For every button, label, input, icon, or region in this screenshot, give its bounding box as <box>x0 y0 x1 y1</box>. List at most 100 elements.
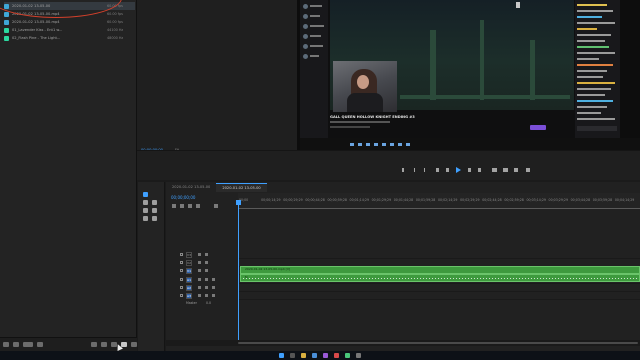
lock-icon[interactable] <box>180 253 183 256</box>
step-forward-icon[interactable] <box>468 168 471 172</box>
go-to-in-icon[interactable] <box>436 168 439 172</box>
timeline-timecode[interactable]: 00;00;00;00 <box>171 195 195 200</box>
track-lane[interactable] <box>238 284 640 292</box>
automate-icon[interactable] <box>91 342 97 347</box>
step-back-icon[interactable] <box>446 168 449 172</box>
play-icon[interactable] <box>374 143 378 146</box>
master-value[interactable]: 0.0 <box>206 301 211 305</box>
go-to-out-icon[interactable] <box>478 168 481 172</box>
timeline-tab-active[interactable]: 2020-01-02 13-05-00 <box>216 183 267 192</box>
overwrite-icon[interactable] <box>503 168 508 172</box>
eye-icon[interactable] <box>205 269 208 272</box>
track-target[interactable]: V2 <box>186 260 192 266</box>
snap-icon[interactable] <box>180 204 184 208</box>
solo-icon[interactable] <box>205 286 208 289</box>
solo-icon[interactable] <box>205 294 208 297</box>
export-frame-icon[interactable] <box>514 168 518 172</box>
lock-icon[interactable] <box>180 286 183 289</box>
zoom-slider[interactable] <box>23 342 33 347</box>
step-forward-icon[interactable] <box>382 143 386 146</box>
list-view-icon[interactable] <box>3 342 9 347</box>
play-button[interactable] <box>456 167 461 173</box>
export-frame-icon[interactable] <box>406 143 410 146</box>
track-select-tool-icon[interactable] <box>143 200 148 205</box>
wrench-icon[interactable] <box>214 204 218 208</box>
trash-icon[interactable] <box>131 342 137 347</box>
app-icon[interactable] <box>334 353 339 358</box>
app-icon[interactable] <box>356 353 361 358</box>
linked-selection-icon[interactable] <box>188 204 192 208</box>
mic-icon[interactable] <box>212 294 215 297</box>
search-icon[interactable] <box>290 353 295 358</box>
hand-tool-icon[interactable] <box>152 216 157 221</box>
extract-icon[interactable] <box>398 143 402 146</box>
mark-in-icon[interactable] <box>414 168 415 172</box>
app-icon[interactable] <box>345 353 350 358</box>
channel-avatar <box>303 24 308 29</box>
track-lane[interactable] <box>238 292 640 300</box>
project-item[interactable]: 02_Flash Pine - The Light... 48000 Hz <box>4 34 135 42</box>
project-item[interactable]: 01_Lavender Kiss - Ent1 w... 44100 Hz <box>4 26 135 34</box>
add-marker-icon[interactable] <box>196 204 200 208</box>
nest-icon[interactable] <box>172 204 176 208</box>
mute-icon[interactable] <box>198 278 201 281</box>
chat-message <box>577 52 615 54</box>
project-item[interactable]: 2020-01-02 13-05-00.mp4 60.00 fps <box>4 18 135 26</box>
icon-view-icon[interactable] <box>13 342 19 347</box>
lock-icon[interactable] <box>180 294 183 297</box>
lock-icon[interactable] <box>180 278 183 281</box>
solo-icon[interactable] <box>205 278 208 281</box>
folder-icon[interactable] <box>301 353 306 358</box>
mark-in-icon[interactable] <box>350 143 354 146</box>
track-lane[interactable] <box>238 251 640 259</box>
mute-icon[interactable] <box>198 286 201 289</box>
razor-tool-icon[interactable] <box>143 216 148 221</box>
work-area-bar[interactable] <box>238 208 640 209</box>
find-icon[interactable] <box>101 342 107 347</box>
track-target[interactable]: A3 <box>186 293 192 299</box>
browser-icon[interactable] <box>312 353 317 358</box>
chat-message <box>577 64 613 66</box>
premiere-icon[interactable] <box>323 353 328 358</box>
mark-out-icon[interactable] <box>358 143 362 146</box>
mic-icon[interactable] <box>212 286 215 289</box>
ripple-edit-tool-icon[interactable] <box>143 208 148 213</box>
button-editor-icon[interactable] <box>526 168 530 172</box>
mic-icon[interactable] <box>212 278 215 281</box>
sync-lock-icon[interactable] <box>198 269 201 272</box>
lift-icon[interactable] <box>390 143 394 146</box>
track-target[interactable]: V1 <box>186 268 192 274</box>
lock-icon[interactable] <box>180 261 183 264</box>
eye-icon[interactable] <box>205 261 208 264</box>
playhead-handle[interactable] <box>236 200 241 205</box>
track-target[interactable]: V3 <box>186 252 192 258</box>
chat-message <box>577 16 602 18</box>
lock-icon[interactable] <box>180 269 183 272</box>
audio-clip[interactable]: fx <box>240 274 640 282</box>
timeline-scrollbar[interactable] <box>238 342 638 344</box>
step-back-icon[interactable] <box>366 143 370 146</box>
scene-tile <box>400 95 570 99</box>
stream-meta <box>330 121 390 123</box>
slip-tool-icon[interactable] <box>152 200 157 205</box>
insert-icon[interactable] <box>492 168 497 172</box>
video-clip[interactable]: 2020-01-02 13-05-00.mp4 [V] <box>240 266 640 274</box>
add-marker-icon[interactable] <box>402 168 404 172</box>
ruler-tick-label: 00;02;29;29 <box>460 198 480 202</box>
chat-message <box>577 88 611 90</box>
sync-lock-icon[interactable] <box>198 261 201 264</box>
stream-meta <box>330 126 370 128</box>
track-target[interactable]: A1 <box>186 277 192 283</box>
sort-icon[interactable] <box>37 342 43 347</box>
mark-out-icon[interactable] <box>424 168 425 172</box>
pen-tool-icon[interactable] <box>152 208 157 213</box>
project-item-rate: 48000 Hz <box>107 36 124 40</box>
sync-lock-icon[interactable] <box>198 253 201 256</box>
eye-icon[interactable] <box>205 253 208 256</box>
timeline-playhead[interactable] <box>238 200 239 345</box>
mute-icon[interactable] <box>198 294 201 297</box>
timeline-tab[interactable]: 2020-01-02 13-05-00 <box>166 183 216 192</box>
start-icon[interactable] <box>279 353 284 358</box>
selection-tool-icon[interactable] <box>143 192 148 197</box>
track-target[interactable]: A2 <box>186 285 192 291</box>
